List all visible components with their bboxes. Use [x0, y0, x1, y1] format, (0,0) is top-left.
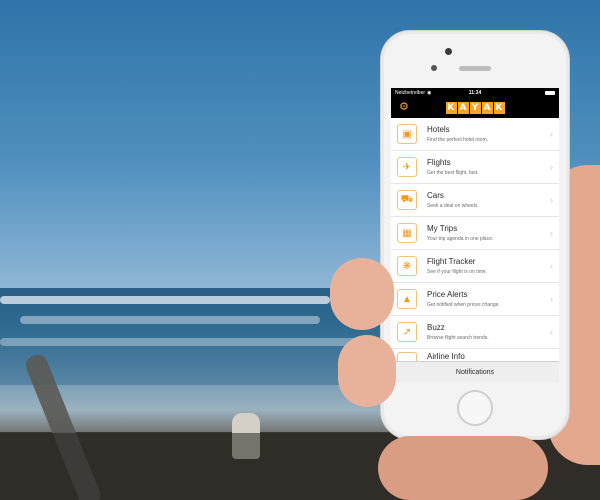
menu-item-title: Cars	[427, 190, 444, 200]
chevron-right-icon: ›	[550, 294, 553, 304]
menu-item-subtitle: Your trip agenda in one place.	[427, 235, 494, 242]
wave	[0, 338, 360, 346]
airplane-icon: ✈	[397, 157, 417, 177]
carrier-name: Netzbetreiber	[395, 89, 426, 96]
chevron-right-icon: ›	[550, 327, 553, 337]
front-camera-icon	[445, 48, 452, 55]
chevron-right-icon: ›	[550, 228, 553, 238]
gear-icon[interactable]: ⚙	[399, 101, 409, 113]
finger	[338, 335, 396, 407]
menu-item-subtitle: Seek a deal on wheels.	[427, 202, 479, 209]
menu-item-title: Flight Tracker	[427, 256, 476, 266]
bell-icon: ▲	[397, 289, 417, 309]
menu-item-cars[interactable]: ⛟ Cars Seek a deal on wheels. ›	[391, 184, 559, 217]
status-bar: Netzbetreiber ◉ 11:34	[391, 88, 559, 97]
menu-item-my-trips[interactable]: ▦ My Trips Your trip agenda in one place…	[391, 217, 559, 250]
menu-item-subtitle: Get the best flight, fast.	[427, 169, 479, 176]
bed-icon: ▣	[397, 124, 417, 144]
menu-item-subtitle: Find the perfect hotel room.	[427, 136, 489, 143]
thumb	[378, 436, 548, 500]
menu-item-price-alerts[interactable]: ▲ Price Alerts Get notified when prices …	[391, 283, 559, 316]
notifications-label: Notifications	[455, 368, 495, 376]
menu-item-subtitle: Get notified when prices change.	[427, 301, 500, 308]
trend-icon: ↗	[397, 322, 417, 342]
menu-item-buzz[interactable]: ↗ Buzz Browse flight search trends. ›	[391, 316, 559, 349]
status-time: 11:34	[468, 89, 482, 96]
chevron-right-icon: ›	[550, 162, 553, 172]
proximity-sensor	[431, 65, 437, 71]
menu-item-title: Price Alerts	[427, 289, 468, 299]
kayak-logo: K A Y A K	[445, 101, 505, 114]
radar-icon: ❋	[397, 256, 417, 276]
menu-item-title: Hotels	[427, 124, 450, 134]
menu-item-title: Buzz	[427, 322, 445, 332]
briefcase-icon: ▦	[397, 223, 417, 243]
app-header: ⚙ K A Y A K	[391, 97, 559, 118]
menu-item-subtitle: See if your flight is on time.	[427, 268, 488, 275]
menu-item-subtitle: Browse flight search trends.	[427, 334, 489, 341]
chevron-right-icon: ›	[550, 129, 553, 139]
home-button[interactable]	[457, 390, 493, 426]
earpiece-speaker	[459, 66, 491, 71]
battery-icon	[544, 90, 555, 95]
menu-item-hotels[interactable]: ▣ Hotels Find the perfect hotel room. ›	[391, 118, 559, 151]
menu-item-title: Flights	[427, 157, 451, 167]
wifi-icon: ◉	[427, 89, 432, 96]
chevron-right-icon: ›	[550, 195, 553, 205]
menu-item-title: My Trips	[427, 223, 458, 233]
menu-item-flight-tracker[interactable]: ❋ Flight Tracker See if your flight is o…	[391, 250, 559, 283]
phone-screen: Netzbetreiber ◉ 11:34 ⚙ K A Y A K ▣ Hotel…	[391, 88, 559, 382]
finger	[330, 258, 394, 330]
wave	[0, 296, 330, 304]
chevron-right-icon: ›	[550, 261, 553, 271]
car-icon: ⛟	[397, 190, 417, 210]
menu-item-flights[interactable]: ✈ Flights Get the best flight, fast. ›	[391, 151, 559, 184]
wave	[20, 316, 320, 324]
menu-list: ▣ Hotels Find the perfect hotel room. › …	[391, 118, 559, 365]
notifications-bar[interactable]: Notifications	[391, 361, 559, 382]
